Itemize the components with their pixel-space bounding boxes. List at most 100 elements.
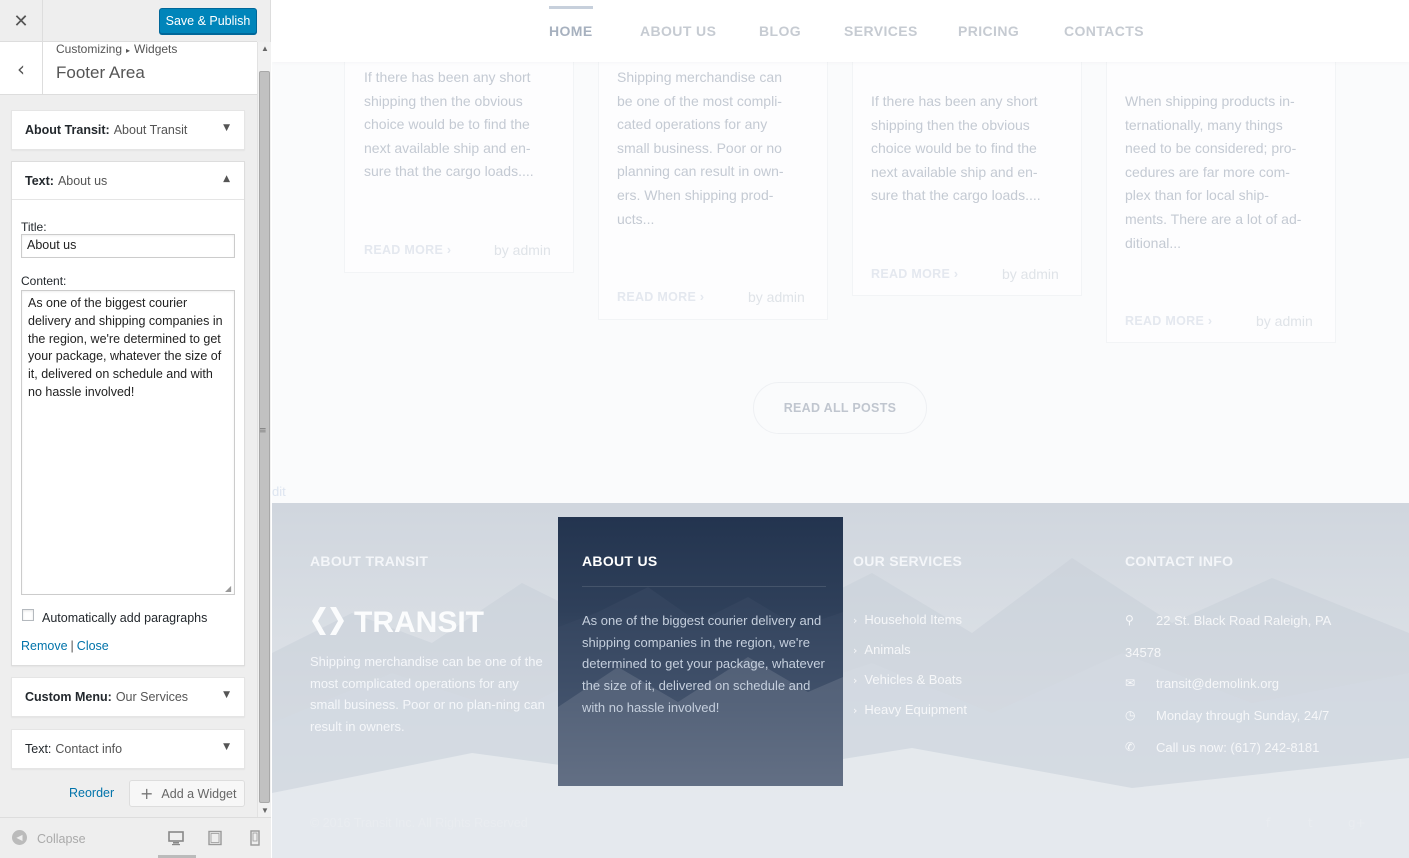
collapse-arrow-icon[interactable]: ◀	[12, 830, 27, 845]
sidebar-scrollbar[interactable]: ▲ ≡ ▼	[257, 42, 271, 817]
service-link[interactable]: › Animals	[853, 642, 911, 657]
clock-icon: ◷	[1125, 708, 1136, 722]
widget-text-contact-info[interactable]: Text: Contact info ▼	[11, 729, 245, 769]
service-label: Household Items	[864, 612, 962, 627]
scrollbar-thumb[interactable]	[259, 71, 270, 803]
scroll-up-arrow-icon[interactable]: ▲	[261, 44, 269, 53]
google-plus-icon[interactable]: g+	[1348, 816, 1366, 830]
contact-phone: Call us now: (617) 242-8181	[1156, 740, 1320, 755]
panel-header: ‹ Customizing ▸ Widgets Footer Area	[0, 42, 257, 95]
blog-excerpt: When shipping products in- ternationally…	[1125, 90, 1301, 255]
site-preview: If there has been any short shipping the…	[272, 0, 1409, 858]
breadcrumb: Customizing ▸ Widgets	[56, 42, 177, 56]
scrollbar-grip-icon: ≡	[259, 426, 267, 436]
chevron-right-icon: ›	[853, 614, 858, 627]
read-more-label: READ MORE	[871, 267, 951, 281]
widget-actions: Remove | Close	[21, 639, 109, 653]
heading-divider	[582, 586, 826, 587]
widget-type: About Transit:	[25, 123, 110, 137]
service-link[interactable]: › Heavy Equipment	[853, 702, 967, 717]
reorder-link[interactable]: Reorder	[69, 786, 114, 800]
widget-header[interactable]: Custom Menu: Our Services ▼	[12, 678, 244, 716]
title-label: Title:	[21, 220, 47, 234]
service-label: Animals	[864, 642, 911, 657]
service-link[interactable]: › Vehicles & Boats	[853, 672, 962, 687]
expand-arrow-icon[interactable]: ▼	[223, 742, 230, 752]
mobile-preview-icon[interactable]	[247, 830, 263, 846]
twitter-icon[interactable]: t	[1308, 816, 1313, 830]
read-more-link[interactable]: READ MORE ›	[1125, 314, 1212, 328]
scroll-down-arrow-icon[interactable]: ▼	[261, 806, 269, 815]
chevron-right-icon: ›	[853, 644, 858, 657]
footer-contact-heading: CONTACT INFO	[1125, 553, 1234, 569]
map-pin-icon: ⚲	[1125, 613, 1134, 627]
collapse-arrow-icon[interactable]: ▲	[223, 174, 230, 184]
widget-header[interactable]: Text: About us ▲	[12, 162, 244, 200]
read-more-link[interactable]: READ MORE ›	[617, 290, 704, 304]
title-input[interactable]: About us	[21, 234, 235, 258]
widget-header[interactable]: Text: Contact info ▼	[12, 730, 244, 768]
widget-type: Text:	[25, 173, 54, 188]
widget-about-transit[interactable]: About Transit: About Transit ▼	[11, 110, 245, 150]
widget-custom-menu[interactable]: Custom Menu: Our Services ▼	[11, 677, 245, 717]
widget-title: Contact info	[55, 742, 123, 756]
back-arrow-icon[interactable]: ‹	[0, 42, 43, 95]
content-textarea[interactable]: As one of the biggest courier delivery a…	[21, 290, 235, 595]
footer-about-text: Shipping merchandise can be one of the m…	[310, 654, 545, 735]
footer-about-heading: ABOUT TRANSIT	[310, 553, 429, 569]
contact-address-line1: 22 St. Black Road Raleigh, PA	[1156, 613, 1332, 628]
excerpt-line: sure that the cargo loads....	[364, 163, 534, 180]
collapse-button[interactable]: Collapse	[37, 832, 86, 846]
nav-about-us[interactable]: ABOUT US	[640, 23, 716, 39]
nav-blog[interactable]: BLOG	[759, 23, 801, 39]
breadcrumb-item: Customizing	[56, 42, 123, 56]
contact-address-line2: 34578	[1125, 645, 1162, 660]
breadcrumb-separator-icon: ▸	[126, 46, 131, 55]
excerpt-line: If there has been any short	[871, 93, 1038, 109]
add-widget-button[interactable]: + Add a Widget	[129, 780, 245, 807]
save-publish-button[interactable]: Save & Publish	[159, 8, 257, 34]
customizer-sidebar: ✕ Save & Publish ‹ Customizing ▸ Widgets F…	[0, 0, 271, 858]
excerpt-line: If there has been any short	[364, 69, 531, 85]
read-more-link[interactable]: READ MORE ›	[871, 267, 958, 281]
footer-services-heading: OUR SERVICES	[853, 553, 963, 569]
service-link[interactable]: › Household Items	[853, 612, 962, 627]
resize-handle-icon[interactable]: ◢	[225, 584, 231, 593]
expand-arrow-icon[interactable]: ▼	[223, 123, 230, 133]
widget-type: Custom Menu:	[25, 690, 112, 704]
excerpt-line: next available ship and en-	[871, 163, 1038, 180]
close-link[interactable]: Close	[77, 639, 109, 653]
excerpt-line: choice would be to find the	[871, 140, 1037, 157]
excerpt-line: sure that the cargo loads....	[871, 187, 1041, 204]
read-more-link[interactable]: READ MORE ›	[364, 243, 451, 257]
nav-contacts[interactable]: CONTACTS	[1064, 23, 1144, 39]
excerpt-line: ers. When shipping prod-	[617, 186, 774, 203]
footer-about-us-widget-highlight: ABOUT US As one of the biggest courier d…	[558, 517, 843, 786]
post-author: by admin	[1002, 266, 1059, 282]
excerpt-line: ucts...	[617, 210, 655, 227]
widget-header[interactable]: About Transit: About Transit ▼	[12, 111, 244, 149]
read-all-posts-button[interactable]: READ ALL POSTS	[753, 382, 927, 434]
desktop-preview-icon[interactable]	[168, 830, 184, 846]
logo-text: TRANSIT	[354, 606, 484, 637]
excerpt-line: cated operations for any	[617, 116, 768, 133]
edit-shortcut-label[interactable]: dit	[272, 484, 286, 499]
nav-pricing[interactable]: PRICING	[958, 23, 1019, 39]
tablet-preview-icon[interactable]	[207, 830, 223, 846]
nav-active-indicator	[549, 6, 593, 9]
remove-link[interactable]: Remove	[21, 639, 68, 653]
nav-home[interactable]: HOME	[549, 23, 593, 39]
site-footer: ABOUT TRANSIT TRANSIT Shipping merchandi…	[272, 503, 1409, 858]
autop-label: Automatically add paragraphs	[42, 611, 208, 625]
nav-services[interactable]: SERVICES	[844, 23, 918, 39]
footer-about-us-text: As one of the biggest courier delivery a…	[582, 613, 825, 715]
facebook-icon[interactable]: f	[1266, 816, 1270, 830]
autop-checkbox[interactable]	[22, 609, 34, 621]
expand-arrow-icon[interactable]: ▼	[223, 690, 230, 700]
excerpt-line: plex than for local ship-	[1125, 187, 1269, 204]
link-separator: |	[70, 639, 74, 653]
chevron-right-icon: ›	[853, 704, 858, 717]
close-icon[interactable]: ✕	[0, 0, 43, 42]
contact-email[interactable]: transit@demolink.org	[1156, 676, 1279, 691]
read-more-label: READ MORE	[364, 243, 444, 257]
